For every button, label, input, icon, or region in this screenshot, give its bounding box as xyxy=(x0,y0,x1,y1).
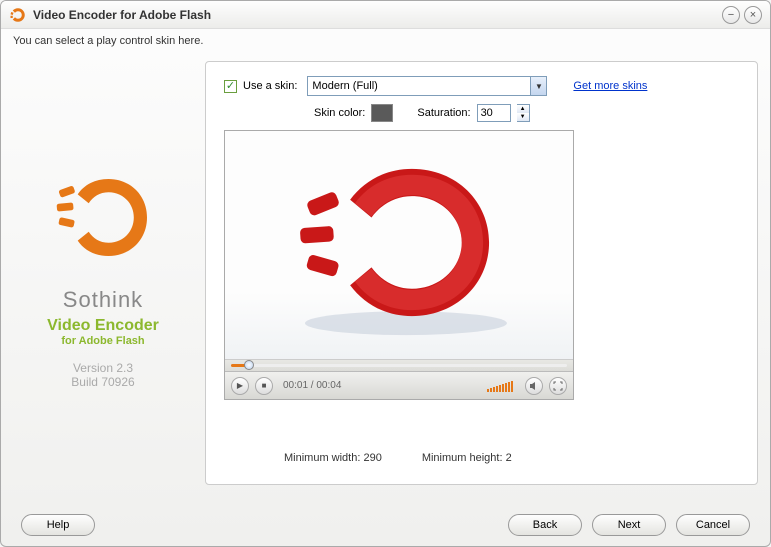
fullscreen-button[interactable] xyxy=(549,377,567,395)
preview-area: ▶ ■ 00:01 / 00:04 xyxy=(224,130,574,400)
chevron-down-icon: ▼ xyxy=(530,77,546,95)
chevron-down-icon: ▼ xyxy=(517,113,529,121)
saturation-label: Saturation: xyxy=(417,107,470,119)
stop-button[interactable]: ■ xyxy=(255,377,273,395)
min-width-info: Minimum width: 290 xyxy=(284,452,382,464)
speaker-icon xyxy=(529,381,539,391)
brand-subtitle-1: Video Encoder xyxy=(47,317,159,335)
fullscreen-icon xyxy=(553,381,563,391)
preview-logo-icon xyxy=(275,151,525,341)
app-window: Video Encoder for Adobe Flash − × You ca… xyxy=(0,0,771,547)
content-area: Sothink Video Encoder for Adobe Flash Ve… xyxy=(1,53,770,493)
skin-select[interactable]: Modern (Full) ▼ xyxy=(307,76,547,96)
skin-color-label: Skin color: xyxy=(314,107,365,119)
help-button[interactable]: Help xyxy=(21,514,95,536)
skin-select-value: Modern (Full) xyxy=(312,80,377,92)
info-row: Minimum width: 290 Minimum height: 2 xyxy=(224,452,739,464)
saturation-input[interactable] xyxy=(477,104,511,122)
progress-thumb[interactable] xyxy=(244,360,254,370)
use-skin-label: Use a skin: xyxy=(243,80,297,92)
cancel-button[interactable]: Cancel xyxy=(676,514,750,536)
brand-logo-icon xyxy=(48,157,158,267)
saturation-spinner[interactable]: ▲▼ xyxy=(517,104,530,122)
minimize-button[interactable]: − xyxy=(722,6,740,24)
titlebar: Video Encoder for Adobe Flash − × xyxy=(1,1,770,29)
progress-track xyxy=(231,364,567,367)
use-skin-checkbox[interactable]: ✓ xyxy=(224,80,237,93)
brand-build: Build 70926 xyxy=(71,375,134,389)
player-controls: ▶ ■ 00:01 / 00:04 xyxy=(225,371,573,399)
next-button[interactable]: Next xyxy=(592,514,666,536)
mute-button[interactable] xyxy=(525,377,543,395)
footer: Help Back Next Cancel xyxy=(1,514,770,536)
skin-color-picker[interactable] xyxy=(371,104,393,122)
progress-bar[interactable] xyxy=(225,359,573,371)
play-button[interactable]: ▶ xyxy=(231,377,249,395)
volume-indicator[interactable] xyxy=(487,380,513,392)
hint-text: You can select a play control skin here. xyxy=(1,29,770,53)
more-skins-link[interactable]: Get more skins xyxy=(573,80,647,92)
check-icon: ✓ xyxy=(226,81,235,92)
brand-name: Sothink xyxy=(63,287,143,313)
brand-subtitle-2: for Adobe Flash xyxy=(61,335,144,347)
app-icon xyxy=(9,6,27,24)
min-height-info: Minimum height: 2 xyxy=(422,452,512,464)
main-panel: ✓ Use a skin: Modern (Full) ▼ Get more s… xyxy=(205,61,758,485)
brand-version: Version 2.3 xyxy=(73,361,133,375)
chevron-up-icon: ▲ xyxy=(517,105,529,113)
window-title: Video Encoder for Adobe Flash xyxy=(33,8,718,22)
close-button[interactable]: × xyxy=(744,6,762,24)
sidebar: Sothink Video Encoder for Adobe Flash Ve… xyxy=(13,61,193,485)
back-button[interactable]: Back xyxy=(508,514,582,536)
time-display: 00:01 / 00:04 xyxy=(283,380,341,391)
